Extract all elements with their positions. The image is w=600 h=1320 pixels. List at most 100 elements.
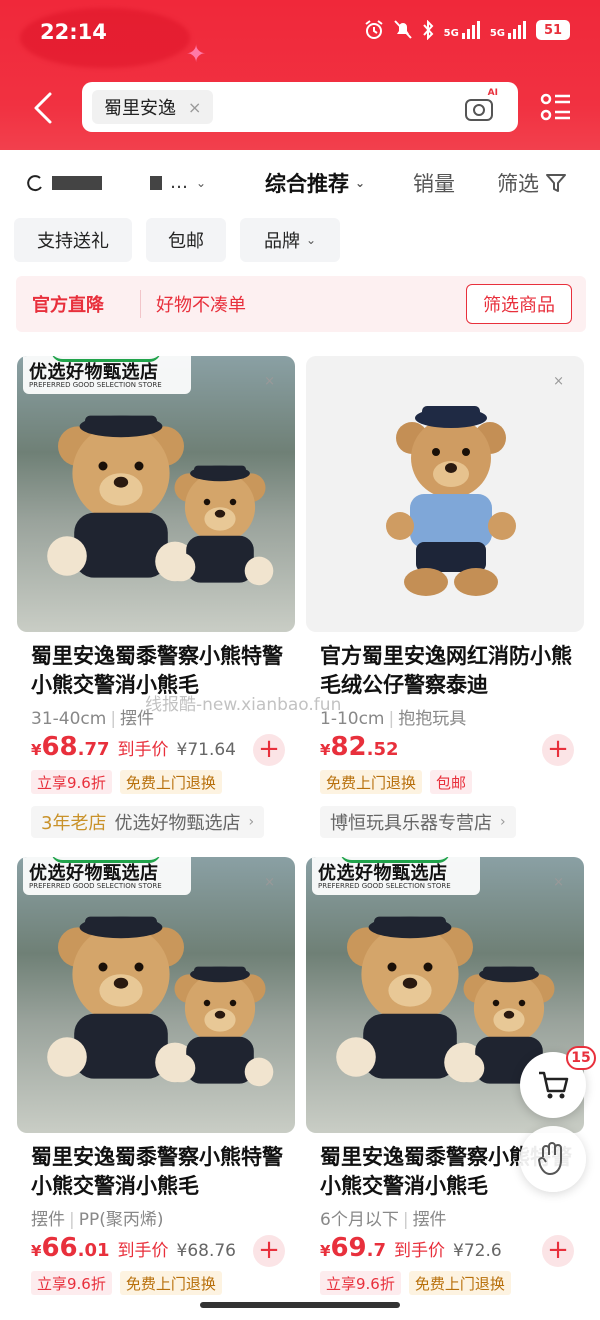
service-tag: 免费上门退换 — [119, 770, 222, 794]
filter-chip-brand[interactable]: 品牌 ⌄ — [240, 218, 340, 262]
currency-symbol: ¥ — [31, 741, 42, 759]
sort-sales-label: 销量 — [413, 172, 455, 196]
currency-symbol: ¥ — [31, 1242, 42, 1260]
clear-query-icon[interactable]: × — [188, 98, 201, 117]
floating-feedback-button[interactable] — [520, 1126, 586, 1192]
close-icon[interactable]: × — [264, 875, 275, 890]
product-card[interactable]: × 官方蜀里安逸网红消防小熊毛绒公仔警察泰迪 1-10cm | 抱抱玩具 ¥ 82 … — [306, 356, 584, 838]
store-badge-subtitle: PREFERRED GOOD SELECTION STORE — [29, 381, 162, 389]
price-row: ¥ 66 .01 到手价 ¥68.76 — [31, 1233, 236, 1263]
original-price: ¥71.64 — [176, 740, 236, 760]
product-card[interactable]: 优选好物甄选店 PREFERRED GOOD SELECTION STORE ×… — [17, 356, 295, 838]
shop-name: 博恒玩具乐器专营店 — [330, 813, 492, 834]
sort-comprehensive[interactable]: 综合推荐 ⌄ — [265, 168, 365, 198]
bear-small-image — [155, 949, 285, 1109]
bluetooth-icon — [422, 20, 434, 40]
location-icon — [27, 174, 42, 191]
product-spec: 6个月以下 | 摆件 — [320, 1210, 447, 1230]
close-icon[interactable]: × — [553, 374, 564, 389]
filter-chip-label: 品牌 — [263, 231, 300, 252]
price-decimal: .77 — [77, 739, 110, 760]
product-title[interactable]: 蜀里安逸蜀黍警察小熊特警小熊交警消小熊毛 — [31, 1143, 291, 1201]
location-selector[interactable]: … ⌄ — [26, 172, 206, 193]
tag-row: 立享9.6折 免费上门退换 — [320, 1271, 511, 1295]
store-badge: 优选好物甄选店 PREFERRED GOOD SELECTION STORE — [23, 356, 191, 394]
add-to-cart-button[interactable]: + — [253, 734, 285, 766]
price-label: 到手价 — [117, 740, 169, 760]
tag-row: 免费上门退换 包邮 — [320, 770, 473, 794]
price-integer: 69 — [330, 1233, 367, 1263]
search-query-chip[interactable]: 蜀里安逸 × — [92, 90, 214, 124]
price-integer: 68 — [41, 732, 78, 762]
chevron-right-icon: › — [500, 814, 506, 830]
price-decimal: .52 — [366, 739, 399, 760]
currency-symbol: ¥ — [320, 1242, 331, 1260]
shipping-tag: 包邮 — [430, 770, 473, 794]
discount-tag: 立享9.6折 — [320, 1271, 401, 1295]
product-image[interactable]: 优选好物甄选店 PREFERRED GOOD SELECTION STORE × — [17, 356, 295, 632]
chevron-right-icon: › — [248, 814, 255, 830]
filter-products-button[interactable]: 筛选商品 — [466, 284, 572, 324]
price-label: 到手价 — [394, 1241, 445, 1261]
add-to-cart-button[interactable]: + — [253, 1235, 285, 1267]
store-badge: 优选好物甄选店 PREFERRED GOOD SELECTION STORE — [312, 857, 480, 895]
shop-link[interactable]: 3年老店 优选好物甄选店 › — [31, 806, 265, 838]
sparkle-icon: ✦ — [186, 40, 207, 68]
shop-link[interactable]: 博恒玩具乐器专营店 › — [320, 806, 516, 838]
service-tag: 免费上门退换 — [119, 1271, 222, 1295]
camera-search-icon[interactable]: AI — [464, 88, 498, 122]
search-bar[interactable]: 蜀里安逸 × AI — [82, 82, 518, 132]
filter-chip-gift[interactable]: 支持送礼 — [14, 218, 132, 262]
sort-sales[interactable]: 销量 — [413, 168, 455, 198]
tag-row: 立享9.6折 免费上门退换 — [31, 770, 222, 794]
add-to-cart-button[interactable]: + — [542, 734, 574, 766]
redacted-location-2 — [150, 175, 162, 190]
status-time: 22:14 — [40, 20, 107, 44]
sort-filter[interactable]: 筛选 — [497, 168, 567, 198]
service-tag: 免费上门退换 — [408, 1271, 511, 1295]
signal-icon: 5G — [444, 21, 480, 39]
price-row: ¥ 69 .7 到手价 ¥72.6 — [320, 1233, 502, 1263]
product-image[interactable]: × — [306, 356, 584, 632]
product-image[interactable]: 优选好物甄选店 PREFERRED GOOD SELECTION STORE × — [17, 857, 295, 1133]
tag-row: 立享9.6折 免费上门退换 — [31, 1271, 222, 1295]
filter-chip-label: 支持送礼 — [37, 231, 109, 252]
price-label: 到手价 — [117, 1241, 169, 1261]
discount-tag: 立享9.6折 — [31, 1271, 112, 1295]
battery-indicator: 51 — [536, 20, 570, 40]
service-tag: 免费上门退换 — [320, 770, 423, 794]
sort-comprehensive-label: 综合推荐 — [265, 172, 349, 196]
chevron-left-icon — [34, 92, 52, 124]
shop-age: 3年老店 — [41, 813, 107, 834]
product-title[interactable]: 官方蜀里安逸网红消防小熊毛绒公仔警察泰迪 — [320, 642, 580, 700]
close-icon[interactable]: × — [553, 875, 564, 890]
watermark-text: 线报酷-new.xianbao.fun — [145, 695, 342, 715]
add-to-cart-button[interactable]: + — [542, 1235, 574, 1267]
search-query-text: 蜀里安逸 — [104, 98, 176, 119]
product-spec: 摆件 | PP(聚丙烯) — [31, 1210, 164, 1230]
promo-divider — [140, 290, 141, 318]
shop-name: 优选好物甄选店 — [114, 813, 241, 834]
sort-filter-label: 筛选 — [497, 172, 539, 196]
ai-badge: AI — [487, 88, 498, 98]
currency-symbol: ¥ — [320, 741, 331, 759]
price-integer: 82 — [330, 732, 367, 762]
chevron-down-icon: ⌄ — [305, 233, 317, 247]
list-menu-icon[interactable] — [540, 90, 572, 124]
promo-title: 官方直降 — [32, 295, 104, 316]
mute-bell-icon — [393, 20, 412, 39]
discount-tag: 立享9.6折 — [31, 770, 112, 794]
filter-chip-free-shipping[interactable]: 包邮 — [146, 218, 226, 262]
product-card[interactable]: 优选好物甄选店 PREFERRED GOOD SELECTION STORE ×… — [17, 857, 295, 1302]
bear-blue-uniform-image — [386, 406, 516, 596]
alarm-icon — [365, 20, 383, 39]
funnel-icon — [546, 174, 566, 192]
promo-subtitle: 好物不凑单 — [156, 295, 246, 316]
store-badge-subtitle: PREFERRED GOOD SELECTION STORE — [29, 882, 162, 890]
close-icon[interactable]: × — [264, 374, 275, 389]
home-indicator[interactable] — [200, 1302, 400, 1308]
cart-icon — [539, 1071, 569, 1099]
product-spec: 1-10cm | 抱抱玩具 — [320, 709, 467, 729]
back-button[interactable] — [28, 88, 60, 128]
price-integer: 66 — [41, 1233, 78, 1263]
